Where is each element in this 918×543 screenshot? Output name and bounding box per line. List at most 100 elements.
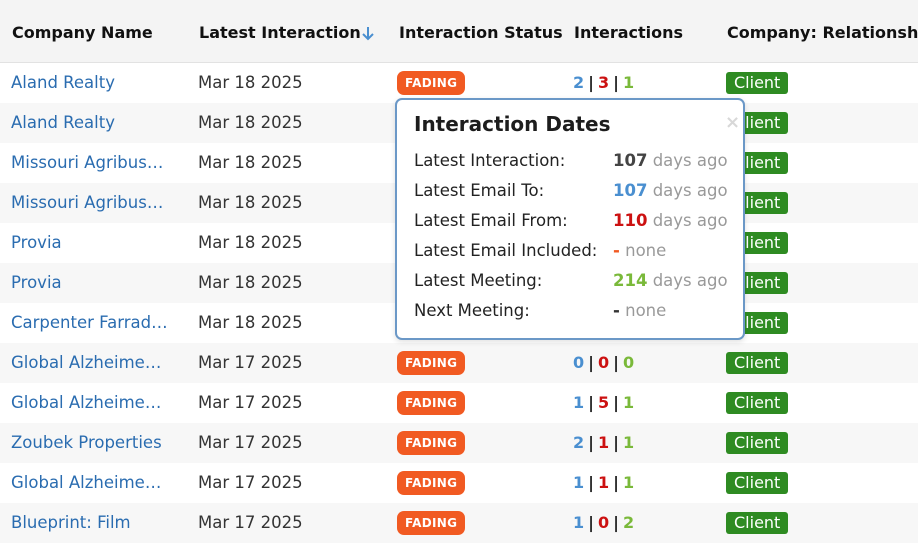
latest-interaction-date: Mar 18 2025	[198, 113, 303, 132]
interaction-dates-popup: Interaction Dates × Latest Interaction: 1…	[395, 98, 745, 340]
status-badge: FADING	[397, 471, 466, 495]
interaction-counts[interactable]: 1 | 5 | 1	[573, 393, 634, 412]
header-company-relationship[interactable]: Company: Relationship	[727, 23, 918, 42]
count-meetings: 2	[622, 513, 635, 532]
relationship-badge: Client	[726, 392, 789, 414]
close-icon[interactable]: ×	[725, 112, 740, 133]
count-email-from: 1	[597, 433, 610, 452]
popup-value-number: 107	[613, 151, 648, 170]
separator: |	[613, 73, 619, 92]
table-row[interactable]: Global Alzheime… Mar 17 2025 FADING 1 | 1 | 1 Cl…	[0, 463, 918, 503]
popup-line-value: 107 days ago	[613, 151, 728, 170]
company-name-link[interactable]: Global Alzheime…	[11, 473, 161, 492]
count-email-to: 2	[573, 73, 585, 92]
relationship-badge: Client	[726, 72, 789, 94]
popup-line-label: Latest Email From:	[414, 211, 568, 230]
table-row[interactable]: Global Alzheime… Mar 17 2025 FADING 0 | 0 | 0 Cl…	[0, 343, 918, 383]
status-badge: FADING	[397, 391, 466, 415]
status-badge: FADING	[397, 511, 466, 535]
interaction-counts[interactable]: 1 | 0 | 2	[573, 513, 634, 532]
latest-interaction-date: Mar 17 2025	[198, 393, 303, 412]
latest-interaction-date: Mar 18 2025	[198, 73, 303, 92]
separator: |	[613, 473, 619, 492]
header-interactions[interactable]: Interactions	[574, 23, 683, 42]
table-row[interactable]: Blueprint: Film Mar 17 2025 FADING 1 | 0 | 2 Cli…	[0, 503, 918, 543]
popup-value-unit: none	[625, 301, 667, 320]
company-name-link[interactable]: Zoubek Properties	[11, 433, 162, 452]
popup-value-number: -	[613, 301, 620, 320]
count-email-to: 1	[573, 513, 585, 532]
header-interaction-status[interactable]: Interaction Status	[399, 23, 563, 42]
popup-value-number: -	[613, 241, 620, 260]
popup-line-value: 214 days ago	[613, 271, 728, 290]
latest-interaction-date: Mar 18 2025	[198, 153, 303, 172]
company-name-link[interactable]: Missouri Agribus…	[11, 153, 163, 172]
relationship-badge: Client	[726, 512, 789, 534]
separator: |	[588, 353, 594, 372]
popup-value-number: 110	[613, 211, 648, 230]
company-name-link[interactable]: Provia	[11, 233, 62, 252]
count-email-from: 3	[597, 73, 610, 92]
company-name-link[interactable]: Aland Realty	[11, 73, 115, 92]
company-name-link[interactable]: Global Alzheime…	[11, 393, 161, 412]
arrow-down-icon[interactable]	[361, 26, 375, 42]
company-name-link[interactable]: Global Alzheime…	[11, 353, 161, 372]
latest-interaction-date: Mar 18 2025	[198, 273, 303, 292]
latest-interaction-date: Mar 17 2025	[198, 353, 303, 372]
count-email-to: 2	[573, 433, 585, 452]
count-email-from: 5	[597, 393, 610, 412]
popup-title: Interaction Dates	[414, 112, 611, 136]
count-meetings: 0	[622, 353, 635, 372]
separator: |	[588, 513, 594, 532]
separator: |	[613, 393, 619, 412]
table-row[interactable]: Aland Realty Mar 18 2025 FADING 2 | 3 | 1 Client	[0, 63, 918, 103]
latest-interaction-date: Mar 17 2025	[198, 433, 303, 452]
header-latest-interaction[interactable]: Latest Interaction	[199, 23, 361, 42]
interaction-counts[interactable]: 0 | 0 | 0	[573, 353, 634, 372]
count-meetings: 1	[622, 73, 635, 92]
company-name-link[interactable]: Blueprint: Film	[11, 513, 131, 532]
popup-line-label: Latest Interaction:	[414, 151, 566, 170]
table-header: Company Name Latest Interaction Interact…	[0, 0, 918, 63]
count-meetings: 1	[622, 473, 635, 492]
popup-value-number: 107	[613, 181, 648, 200]
company-name-link[interactable]: Aland Realty	[11, 113, 115, 132]
popup-line-label: Latest Email Included:	[414, 241, 598, 260]
popup-value-unit: days ago	[652, 271, 728, 290]
latest-interaction-date: Mar 18 2025	[198, 313, 303, 332]
latest-interaction-date: Mar 17 2025	[198, 513, 303, 532]
count-email-to: 0	[573, 353, 585, 372]
relationship-badge: Client	[726, 432, 789, 454]
relationship-badge: Client	[726, 472, 789, 494]
company-name-link[interactable]: Missouri Agribus…	[11, 193, 163, 212]
separator: |	[588, 393, 594, 412]
popup-value-unit: days ago	[652, 151, 728, 170]
count-email-to: 1	[573, 473, 585, 492]
popup-value-unit: none	[625, 241, 667, 260]
table-row[interactable]: Zoubek Properties Mar 17 2025 FADING 2 | 1 | 1 C…	[0, 423, 918, 463]
status-badge: FADING	[397, 351, 466, 375]
count-meetings: 1	[622, 433, 635, 452]
status-badge: FADING	[397, 431, 466, 455]
table-row[interactable]: Global Alzheime… Mar 17 2025 FADING 1 | 5 | 1 Cl…	[0, 383, 918, 423]
company-name-link[interactable]: Carpenter Farrad…	[11, 313, 168, 332]
interaction-counts[interactable]: 2 | 1 | 1	[573, 433, 634, 452]
company-name-link[interactable]: Provia	[11, 273, 62, 292]
separator: |	[588, 473, 594, 492]
count-email-from: 1	[597, 473, 610, 492]
interaction-counts[interactable]: 1 | 1 | 1	[573, 473, 634, 492]
count-email-from: 0	[597, 513, 610, 532]
interaction-counts[interactable]: 2 | 3 | 1	[573, 73, 634, 92]
latest-interaction-date: Mar 18 2025	[198, 193, 303, 212]
separator: |	[588, 73, 594, 92]
latest-interaction-date: Mar 17 2025	[198, 473, 303, 492]
popup-line-label: Latest Meeting:	[414, 271, 543, 290]
count-email-to: 1	[573, 393, 585, 412]
relationship-badge: Client	[726, 352, 789, 374]
count-email-from: 0	[597, 353, 610, 372]
header-company-name[interactable]: Company Name	[12, 23, 153, 42]
popup-line-label: Next Meeting:	[414, 301, 530, 320]
count-meetings: 1	[622, 393, 635, 412]
popup-line-value: 110 days ago	[613, 211, 728, 230]
status-badge: FADING	[397, 71, 466, 95]
